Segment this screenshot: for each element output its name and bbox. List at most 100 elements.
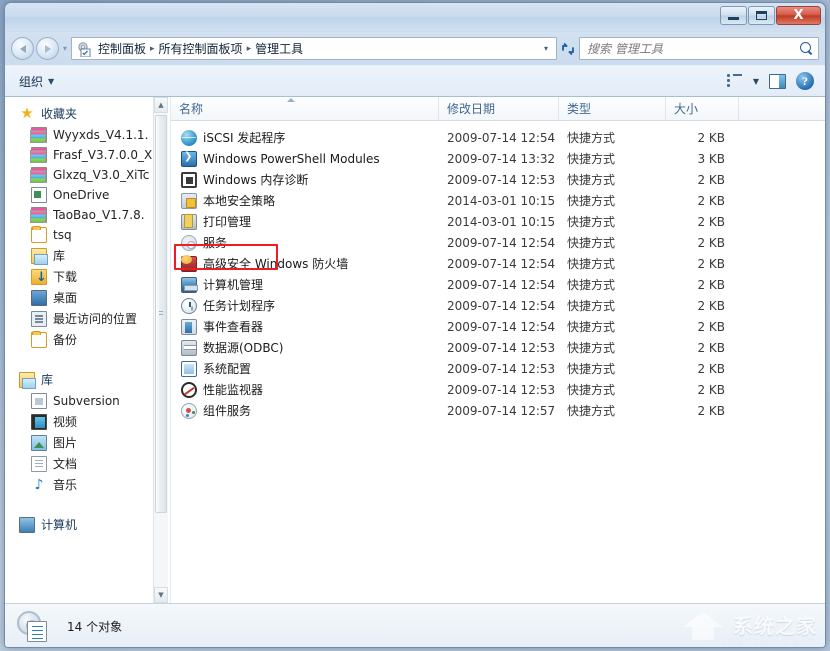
sidebar-item-pictures[interactable]: 图片 [5,432,170,453]
sidebar-item-label: Wyyxds_V4.1.1. [53,128,149,142]
close-button[interactable]: X [776,6,821,25]
watermark: 系统之家 [683,606,817,642]
file-rows: iSCSI 发起程序 2009-07-14 12:54 快捷方式 2 KB Wi… [171,121,825,421]
search-icon [800,41,814,56]
nav-header-computer[interactable]: 计算机 [5,513,170,536]
sidebar-item-subversion[interactable]: Subversion [5,391,170,411]
watermark-subtext: XITONGZHIJIA.NET [709,638,815,647]
column-header-date[interactable]: 修改日期 [439,97,559,120]
navigation-tree: ★ 收藏夹 Wyyxds_V4.1.1. Frasf_V3.7.0.0_X Gl… [5,97,170,536]
sidebar-item-taobao[interactable]: TaoBao_V1.7.8. [5,205,170,225]
table-row[interactable]: 服务 2009-07-14 12:54 快捷方式 2 KB [171,232,825,253]
file-date: 2009-07-14 12:53 [447,382,556,397]
nav-header-label: 收藏夹 [41,107,78,121]
scroll-up-button[interactable]: ▲ [154,97,168,113]
table-row[interactable]: 计算机管理 2009-07-14 12:54 快捷方式 2 KB [171,274,825,295]
sidebar-item-music[interactable]: ♪ 音乐 [5,474,170,495]
file-date: 2009-07-14 13:32 [447,151,556,166]
table-row[interactable]: 数据源(ODBC) 2009-07-14 12:53 快捷方式 2 KB [171,337,825,358]
sidebar-item-label: 下载 [53,270,78,284]
file-name-cell: iSCSI 发起程序 [171,129,439,146]
column-header-label: 类型 [567,102,592,116]
file-type: 快捷方式 [567,299,616,313]
sidebar-item-tsq[interactable]: tsq [5,225,170,245]
table-row[interactable]: 事件查看器 2009-07-14 12:54 快捷方式 2 KB [171,316,825,337]
sidebar-item-glxzq[interactable]: Glxzq_V3.0_XiTc [5,165,170,185]
search-input[interactable]: 搜索 管理工具 [587,40,800,57]
forward-button[interactable] [36,37,59,60]
archive-icon [30,207,47,223]
breadcrumb-bar[interactable]: 控制面板 ▸ 所有控制面板项 ▸ 管理工具 ▾ [71,37,557,60]
sidebar-item-frasf[interactable]: Frasf_V3.7.0.0_X [5,145,170,165]
maximize-button[interactable] [748,6,775,25]
file-type: 快捷方式 [567,215,616,229]
column-header-size[interactable]: 大小 [666,97,739,120]
breadcrumb-item-2[interactable]: 管理工具 [252,39,306,58]
recent-locations-caret[interactable]: ▾ [59,44,71,53]
sidebar-item-desktop[interactable]: 桌面 [5,287,170,308]
breadcrumb-item-1[interactable]: 所有控制面板项 [156,39,246,58]
table-row[interactable]: Windows 内存诊断 2009-07-14 12:53 快捷方式 2 KB [171,169,825,190]
sidebar-item-library[interactable]: 库 [5,245,170,266]
sidebar-item-wyyxds[interactable]: Wyyxds_V4.1.1. [5,125,170,145]
table-row[interactable]: 组件服务 2009-07-14 12:57 快捷方式 2 KB [171,400,825,421]
table-row[interactable]: 打印管理 2014-03-01 10:15 快捷方式 2 KB [171,211,825,232]
breadcrumb-item-0[interactable]: 控制面板 [95,39,149,58]
view-list-icon [726,74,743,88]
system-config-icon [181,360,197,377]
document-icon [31,455,47,472]
scroll-down-button[interactable]: ▼ [154,587,168,603]
column-header-type[interactable]: 类型 [559,97,666,120]
column-headers: 名称 修改日期 类型 大小 [171,97,825,121]
sidebar-item-backup[interactable]: 备份 [5,329,170,350]
breadcrumb: 控制面板 ▸ 所有控制面板项 ▸ 管理工具 [95,39,541,58]
help-icon: ? [796,72,814,90]
computer-icon [19,516,35,533]
minimize-button[interactable] [720,6,747,25]
file-type: 快捷方式 [567,362,616,376]
subversion-icon [31,393,47,409]
organize-label: 组织 [19,74,44,89]
scrollbar-thumb[interactable] [155,115,167,513]
print-management-icon [181,213,197,230]
sidebar-item-videos[interactable]: 视频 [5,411,170,432]
table-row[interactable]: iSCSI 发起程序 2009-07-14 12:54 快捷方式 2 KB [171,127,825,148]
file-name: 性能监视器 [203,383,264,397]
nav-header-favorites[interactable]: ★ 收藏夹 [5,102,170,125]
column-header-name[interactable]: 名称 [171,97,439,120]
back-button[interactable] [11,37,34,60]
help-button[interactable]: ? [791,69,819,93]
file-name-cell: 高级安全 Windows 防火墙 [171,255,439,272]
column-header-filler [739,97,825,120]
table-row[interactable]: 任务计划程序 2009-07-14 12:54 快捷方式 2 KB [171,295,825,316]
sidebar-item-downloads[interactable]: 下载 [5,266,170,287]
search-box[interactable]: 搜索 管理工具 [579,37,819,60]
organize-button[interactable]: 组织 ▼ [11,69,62,94]
sidebar-item-recent-places[interactable]: 最近访问的位置 [5,308,170,329]
view-dropdown-button[interactable]: ▼ [748,69,764,93]
sidebar-item-label: 备份 [53,333,78,347]
file-name: 组件服务 [203,404,252,418]
sidebar-item-onedrive[interactable]: OneDrive [5,185,170,205]
table-row[interactable]: 本地安全策略 2014-03-01 10:15 快捷方式 2 KB [171,190,825,211]
file-date: 2009-07-14 12:54 [447,319,556,334]
sort-ascending-icon [286,98,295,102]
table-row[interactable]: 高级安全 Windows 防火墙 2009-07-14 12:54 快捷方式 2… [171,253,825,274]
refresh-button[interactable] [557,37,579,60]
file-type: 快捷方式 [567,278,616,292]
nav-header-libraries[interactable]: 库 [5,368,170,391]
table-row[interactable]: Windows PowerShell Modules 2009-07-14 13… [171,148,825,169]
administrative-tools-icon [15,610,49,644]
preview-pane-button[interactable] [764,69,791,93]
view-options-button[interactable] [722,69,748,93]
window-controls: X [720,6,821,25]
sidebar-scrollbar[interactable]: ▲ ▼ [153,97,168,603]
table-row[interactable]: 系统配置 2009-07-14 12:53 快捷方式 2 KB [171,358,825,379]
table-row[interactable]: 性能监视器 2009-07-14 12:53 快捷方式 2 KB [171,379,825,400]
firewall-icon [181,255,197,272]
archive-icon [30,167,47,183]
file-type: 快捷方式 [567,152,616,166]
nav-group-computer: 计算机 [5,513,170,536]
sidebar-item-documents[interactable]: 文档 [5,453,170,474]
address-dropdown-icon[interactable]: ▾ [541,44,554,53]
